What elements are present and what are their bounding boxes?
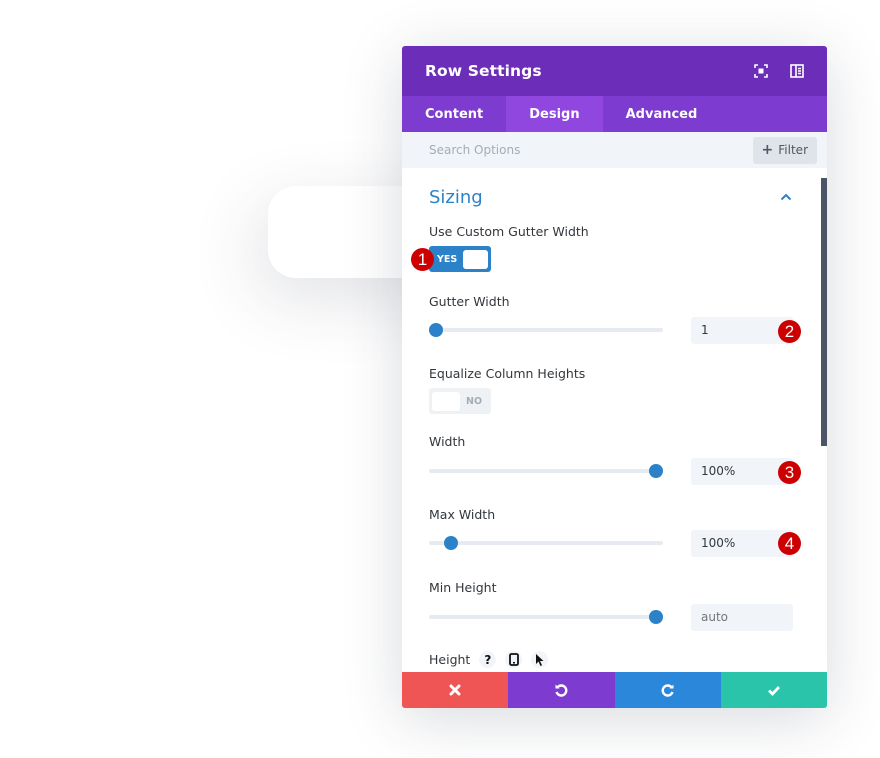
field-label: Use Custom Gutter Width: [429, 224, 589, 239]
undo-button[interactable]: [508, 672, 615, 708]
settings-content: Sizing Use Custom Gutter Width YES 1 Gut…: [402, 168, 827, 668]
redo-button[interactable]: [614, 672, 721, 708]
min-height-slider[interactable]: [429, 610, 663, 624]
field-label: Max Width: [429, 507, 496, 522]
width-slider[interactable]: [429, 464, 663, 478]
field-gutter-width: Gutter Width 2: [429, 294, 801, 345]
annotation-badge-4: 4: [778, 532, 801, 555]
close-icon: [449, 684, 461, 696]
mobile-icon[interactable]: [505, 651, 523, 668]
equalize-heights-toggle[interactable]: NO: [429, 388, 491, 414]
modal-footer: [402, 672, 827, 708]
toggle-state: NO: [466, 395, 483, 407]
slider-track: [429, 328, 663, 332]
slider-thumb[interactable]: [649, 464, 663, 478]
annotation-badge-2: 2: [778, 320, 801, 343]
tab-bar: Content Design Advanced: [402, 96, 827, 132]
save-button[interactable]: [720, 672, 827, 708]
cancel-button[interactable]: [402, 672, 509, 708]
slider-track: [429, 541, 663, 545]
help-icon[interactable]: ?: [479, 651, 497, 668]
filter-label: Filter: [778, 143, 808, 157]
hover-cursor-icon[interactable]: [531, 651, 549, 668]
row-settings-modal: Row Settings Content Design Advanced + F…: [402, 46, 827, 708]
slider-track: [429, 615, 663, 619]
toggle-knob: [463, 249, 488, 269]
toggle-knob: [432, 391, 460, 411]
field-label: Height: [429, 652, 471, 667]
custom-gutter-toggle[interactable]: YES: [429, 246, 491, 272]
search-options-input[interactable]: [429, 143, 753, 157]
field-equalize-heights: Equalize Column Heights NO: [429, 366, 800, 414]
field-height: Height ?: [429, 651, 800, 668]
fullscreen-icon[interactable]: [754, 64, 768, 78]
filter-button[interactable]: + Filter: [752, 136, 817, 164]
slider-track: [429, 469, 663, 473]
slider-thumb[interactable]: [429, 323, 443, 337]
annotation-badge-1: 1: [411, 248, 434, 271]
gutter-width-slider[interactable]: [429, 323, 663, 337]
modal-title: Row Settings: [425, 62, 542, 80]
slider-thumb[interactable]: [444, 536, 459, 550]
plus-icon: +: [761, 142, 774, 158]
field-max-width: Max Width 4: [429, 507, 801, 558]
field-min-height: Min Height: [429, 580, 800, 632]
field-width: Width 3: [429, 434, 801, 486]
slider-thumb[interactable]: [649, 610, 663, 624]
field-label: Equalize Column Heights: [429, 366, 586, 381]
check-icon: [767, 686, 780, 697]
section-sizing-header[interactable]: Sizing: [429, 168, 800, 224]
undo-icon: [555, 684, 568, 697]
field-label: Min Height: [429, 580, 497, 595]
field-label: Gutter Width: [429, 294, 510, 309]
field-label: Width: [429, 434, 466, 449]
chevron-up-icon[interactable]: [780, 193, 792, 201]
modal-header: Row Settings: [402, 46, 827, 96]
tab-design[interactable]: Design: [506, 96, 603, 132]
min-height-input[interactable]: [691, 603, 793, 631]
toggle-state: YES: [437, 253, 458, 265]
annotation-badge-3: 3: [778, 461, 801, 484]
section-title: Sizing: [429, 186, 483, 208]
tab-content[interactable]: Content: [402, 96, 506, 132]
max-width-slider[interactable]: [429, 536, 663, 550]
split-view-icon[interactable]: [790, 64, 804, 78]
tab-advanced[interactable]: Advanced: [603, 96, 721, 132]
redo-icon: [661, 684, 674, 697]
field-custom-gutter: Use Custom Gutter Width YES 1: [411, 224, 800, 272]
search-bar: + Filter: [402, 132, 827, 168]
